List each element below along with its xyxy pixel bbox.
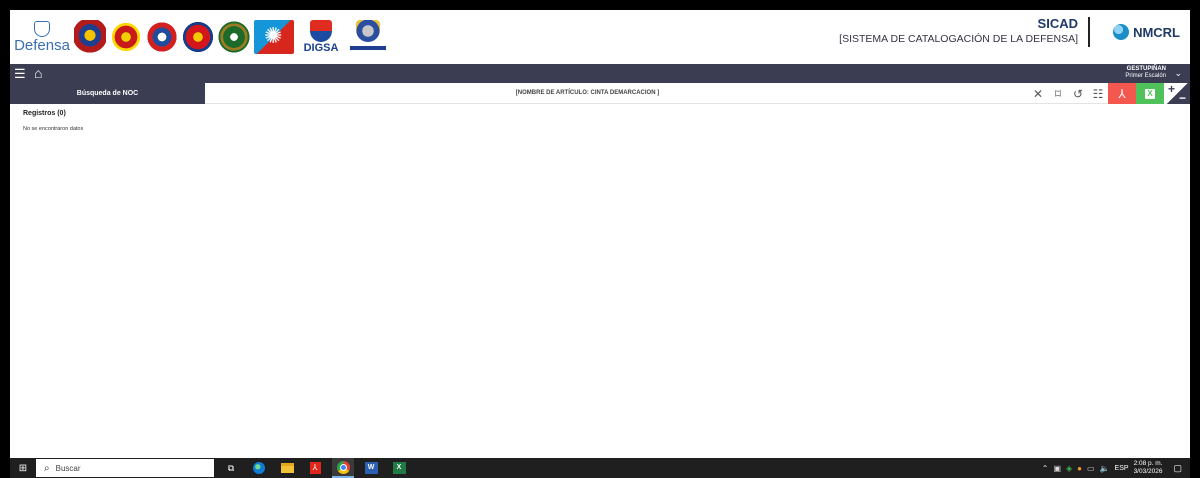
tray-app-icon[interactable]: ▣ [1053,464,1061,473]
list-icon[interactable]: ☷ [1088,83,1108,104]
emblem-icon-4 [182,20,214,54]
excel-app-icon: X [392,462,406,474]
sicad-title: SICAD [1037,16,1078,31]
taskbar-clock[interactable]: 2:08 p. m. 3/03/2026 [1134,460,1163,476]
chevron-up-icon[interactable]: ⌃ [1042,464,1049,473]
emblem-icon-1 [74,20,106,54]
home-icon[interactable]: ⌂ [34,65,42,81]
nmcrl-link[interactable]: NMCRL [1113,24,1180,40]
taskbar-apps: ⧉ ⅄ W X [220,458,410,478]
folder-icon [280,463,294,473]
user-menu[interactable]: GESTUPIÑAN Primer Escalón [1125,66,1166,80]
file-explorer-button[interactable] [276,458,298,478]
language-indicator[interactable]: ESP [1115,465,1129,472]
chrome-icon [336,460,350,474]
user-role: Primer Escalón [1125,73,1166,79]
records-count: Registros (0) [23,110,66,117]
minus-icon: − [1178,91,1186,105]
expand-collapse-button[interactable]: + − [1164,82,1190,105]
task-view-button[interactable]: ⧉ [220,458,242,478]
emblem-icon-2 [110,20,142,54]
pdf-icon: ⅄ [1118,86,1126,101]
institution-logos: Defensa DIGSA [14,16,388,58]
system-tray: ⌃ ▣ ◈ ● ▭ 🔈 ESP 2:08 p. m. 3/03/2026 ▢ [1042,458,1182,478]
nav-bar: ☰ ⌂ GESTUPIÑAN Primer Escalón ⌄ [10,64,1190,83]
history-icon[interactable]: ↺ [1068,83,1088,104]
emblem-shield-icon [356,20,380,42]
excel-export-button[interactable]: X [1136,83,1164,104]
bookmark-icon[interactable]: ⌑ [1048,83,1068,104]
windows-start-icon[interactable]: ⊞ [14,458,32,478]
word-icon: W [364,462,378,474]
search-toolbar: Búsqueda de NOC [NOMBRE DE ARTÍCULO: CIN… [10,82,1190,105]
tab-busqueda-noc[interactable]: Búsqueda de NOC [10,83,205,104]
acrobat-button[interactable]: ⅄ [304,458,326,478]
edge-button[interactable] [248,458,270,478]
emblem-icon-5 [218,20,250,54]
chrome-button[interactable] [332,458,354,478]
task-view-icon: ⧉ [227,462,235,473]
close-icon[interactable]: ✕ [1028,83,1048,104]
emblem-icon-8 [348,20,388,54]
emblem-icon-6 [254,20,294,54]
edge-icon [253,462,265,474]
volume-icon[interactable]: 🔈 [1100,464,1110,473]
search-icon: ⌕ [44,462,50,474]
tray-security-icon[interactable]: ● [1077,464,1082,473]
toolbar-actions: ✕ ⌑ ↺ ☷ ⅄ X + − [1028,82,1190,105]
hamburger-icon[interactable]: ☰ [14,66,26,81]
sicad-title-block: SICAD [SISTEMA DE CATALOGACIÓN DE LA DEF… [839,16,1078,45]
taskbar-search-placeholder: Buscar [55,463,81,473]
excel-button[interactable]: X [388,458,410,478]
clock-time: 2:08 p. m. [1133,460,1163,467]
pdf-export-button[interactable]: ⅄ [1108,83,1136,104]
digsa-logo: DIGSA [298,20,344,54]
notification-icon[interactable]: ▢ [1173,463,1182,474]
results-panel: Registros (0) No se encontraron datos [10,105,1190,458]
acrobat-icon: ⅄ [309,462,321,474]
taskbar-search[interactable]: ⌕ Buscar [36,459,214,477]
windows-taskbar: ⊞ ⌕ Buscar ⧉ ⅄ W X ⌃ ▣ ◈ ● ▭ 🔈 ESP 2:08 … [10,458,1190,478]
header-divider [1088,17,1090,47]
digsa-shield-icon [310,20,332,42]
defensa-brand-text: Defensa [14,36,70,54]
sicad-subtitle: [SISTEMA DE CATALOGACIÓN DE LA DEFENSA] [839,33,1078,45]
app-header: Defensa DIGSA SICAD [SISTEMA DE CATALOGA… [10,10,1190,64]
nmcrl-logo-icon [1113,24,1130,40]
digsa-text: DIGSA [303,42,339,54]
clock-date: 3/03/2026 [1133,468,1163,475]
excel-icon: X [1145,88,1155,99]
shield-icon[interactable]: ◈ [1066,464,1072,473]
nmcrl-label: NMCRL [1133,24,1180,40]
emblem-icon-3 [146,20,178,54]
user-name: GESTUPIÑAN [1126,66,1166,72]
chevron-down-icon[interactable]: ⌄ [1174,67,1182,79]
word-button[interactable]: W [360,458,382,478]
network-icon[interactable]: ▭ [1087,464,1095,473]
search-query-text: [NOMBRE DE ARTÍCULO: CINTA DEMARCACION ] [515,90,660,96]
app-window: Defensa DIGSA SICAD [SISTEMA DE CATALOGA… [10,10,1190,478]
emblem-bar [350,46,386,50]
defensa-logo: Defensa [14,20,70,54]
plus-icon: + [1168,82,1176,96]
no-data-message: No se encontraron datos [23,126,84,132]
defensa-shield-icon [34,20,50,37]
